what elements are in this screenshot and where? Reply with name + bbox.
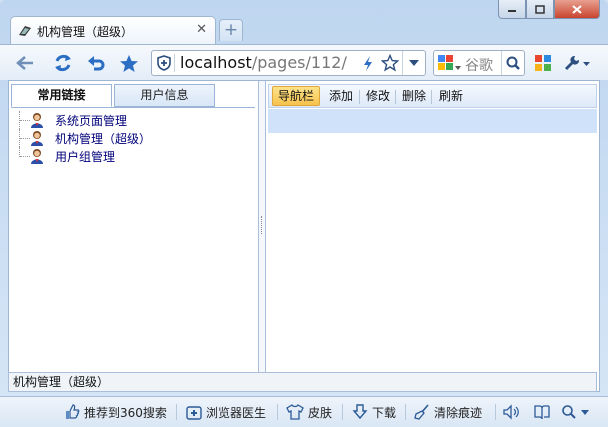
bottom-item-label: 浏览器医生 [206,405,267,420]
refresh-button[interactable] [52,52,74,74]
tab-title: 机构管理（超级） [37,25,134,39]
download-button[interactable]: 下载 [352,403,396,421]
toolbar-divider [395,90,396,104]
left-tab-strip: 常用链接 用户信息 [11,84,255,108]
tree-item-label: 机构管理（超级） [55,132,152,146]
delete-button[interactable]: 删除 [397,87,431,105]
tab-user-info[interactable]: 用户信息 [114,84,215,107]
browser-tab[interactable]: 机构管理（超级） ✕ [10,16,216,44]
list-header-bar [268,109,597,133]
book-icon [534,405,550,420]
tab-common-links[interactable]: 常用链接 [11,84,112,107]
tab-close-icon[interactable]: ✕ [196,22,207,37]
user-icon [31,113,43,128]
toolbar-divider [431,90,432,104]
favorites-button[interactable] [118,52,140,74]
tree-item-label: 用户组管理 [55,150,116,164]
browser-window: 机构管理（超级） ✕ + localhost/pages/112/ 谷歌 常用链… [0,0,608,427]
url-path: /pages/112/ [251,53,347,72]
chevron-down-icon [581,409,589,415]
wrench-menu-icon[interactable] [563,54,591,72]
chevron-down-icon [409,60,419,66]
reader-button[interactable] [533,403,555,421]
close-window-button[interactable] [554,0,600,19]
url-text[interactable]: localhost/pages/112/ [180,53,347,72]
download-icon [352,404,368,420]
status-divider [342,404,343,420]
minimize-icon [508,10,516,12]
undo-button[interactable] [85,52,107,74]
recommend-search-button[interactable]: 推荐到360搜索 [64,403,167,421]
zoom-button[interactable] [561,403,593,421]
refresh-list-button[interactable]: 刷新 [434,87,468,105]
add-button[interactable]: 添加 [324,87,358,105]
new-tab-button[interactable]: + [219,19,243,41]
broom-icon [414,404,429,420]
maximize-icon [535,4,545,14]
edit-button[interactable]: 修改 [361,87,395,105]
clear-traces-button[interactable]: 清除痕迹 [414,403,482,421]
status-divider [495,404,496,420]
lightning-icon[interactable] [362,55,374,72]
search-placeholder: 谷歌 [465,58,493,74]
bottom-item-label: 皮肤 [308,405,333,420]
bottom-item-label: 推荐到360搜索 [84,405,167,420]
url-host: localhost [180,53,252,72]
search-icon [506,56,520,70]
user-icon [31,149,43,164]
speaker-icon [503,404,519,420]
page-status-text: 机构管理（超级） [8,372,597,392]
left-panel: 常用链接 用户信息 系统页面管理 机构管理（超级） 用户组管理 [9,81,259,391]
toolbar-divider [359,90,360,104]
status-divider [405,404,406,420]
navbar-button[interactable]: 导航栏 [272,86,321,106]
search-button[interactable] [501,51,524,75]
status-divider [176,404,177,420]
shirt-icon [286,404,304,420]
back-arrow-icon [16,56,33,70]
right-panel: 导航栏 添加 修改 删除 刷新 [266,81,599,391]
page-favicon-icon [19,26,31,36]
back-button[interactable] [14,52,36,74]
action-toolbar: 导航栏 添加 修改 删除 刷新 [268,84,597,108]
bottom-item-label: 清除痕迹 [434,405,483,420]
thumbs-up-icon [66,404,80,419]
skin-button[interactable]: 皮肤 [286,403,332,421]
status-divider [277,404,278,420]
user-icon [31,131,43,146]
minimize-button[interactable] [498,0,526,19]
bottom-item-label: 下载 [372,405,397,420]
panel-splitter[interactable] [259,81,266,391]
browser-status-bar: 推荐到360搜索 浏览器医生 皮肤 下载 清除痕迹 [0,396,608,427]
star-icon [120,54,138,72]
title-bar: 机构管理（超级） ✕ + [0,0,608,44]
maximize-button[interactable] [526,0,554,19]
address-divider [174,54,175,72]
refresh-icon [55,54,71,72]
close-icon [572,4,582,14]
search-box[interactable]: 谷歌 [433,50,525,76]
sound-button[interactable] [503,403,525,421]
browser-doctor-button[interactable]: 浏览器医生 [186,403,266,421]
bookmark-star-icon[interactable] [381,54,399,72]
splitter-grip[interactable] [261,216,264,234]
medical-kit-icon [186,406,202,420]
navigation-toolbar: localhost/pages/112/ 谷歌 [0,44,608,80]
undo-icon [88,56,105,71]
apps-grid-icon[interactable] [535,55,551,71]
address-bar[interactable]: localhost/pages/112/ [151,50,426,76]
address-dropdown-button[interactable] [402,51,425,75]
google-logo-icon[interactable] [438,55,462,71]
security-shield-icon [157,55,171,71]
tree-item-label: 系统页面管理 [55,114,128,128]
magnifier-icon [562,405,576,419]
page-content: 常用链接 用户信息 系统页面管理 机构管理（超级） 用户组管理 导航栏 添加 修… [8,80,600,392]
window-controls [498,0,600,20]
